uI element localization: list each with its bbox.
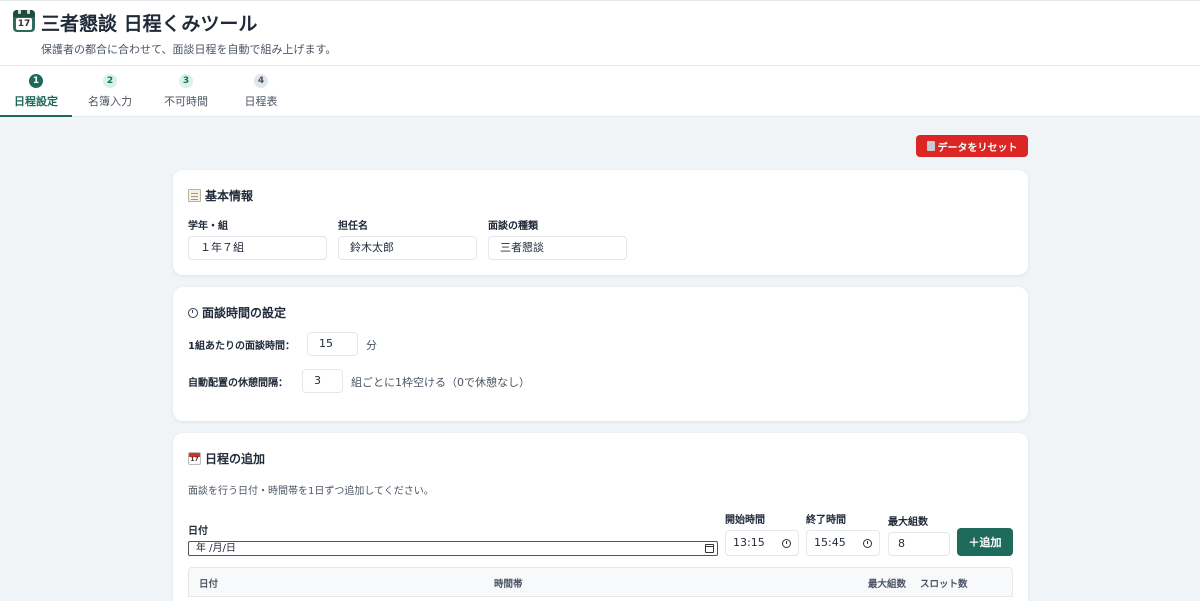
tab-label: 名簿入力 bbox=[88, 95, 132, 108]
duration-label: 1組あたりの面談時間： bbox=[188, 341, 295, 352]
column-slot-count: スロット数 bbox=[920, 579, 968, 590]
date-input[interactable]: 年 /月/日 bbox=[188, 541, 718, 556]
start-time-input[interactable]: 13:15 bbox=[725, 530, 799, 556]
date-picker-icon[interactable] bbox=[705, 544, 714, 553]
tab-timetable[interactable]: 4 日程表 bbox=[236, 66, 286, 117]
teacher-name-label: 担任名 bbox=[338, 221, 368, 232]
column-max-groups: 最大組数 bbox=[868, 579, 907, 590]
column-time-range: 時間帯 bbox=[494, 579, 523, 590]
tab-schedule-settings[interactable]: 1 日程設定 bbox=[0, 66, 72, 117]
interview-type-label: 面談の種類 bbox=[488, 221, 538, 232]
date-label: 日付 bbox=[188, 526, 208, 537]
calendar-icon bbox=[188, 452, 201, 465]
start-time-value: 13:15 bbox=[733, 536, 765, 549]
memo-icon bbox=[188, 189, 201, 202]
clock-icon bbox=[188, 307, 198, 318]
basic-info-title-text: 基本情報 bbox=[205, 189, 254, 203]
grade-class-label: 学年・組 bbox=[188, 221, 228, 232]
tab-step-badge: 4 bbox=[254, 74, 268, 88]
reset-button-label: データをリセット bbox=[937, 142, 1018, 154]
calendar-icon-day: 17 bbox=[16, 18, 32, 30]
start-time-label: 開始時間 bbox=[725, 515, 765, 526]
clock-icon[interactable] bbox=[863, 539, 872, 548]
tab-label: 日程設定 bbox=[14, 95, 58, 108]
step-tabs: 1 日程設定 2 名簿入力 3 不可時間 4 日程表 bbox=[0, 66, 1200, 117]
end-time-label: 終了時間 bbox=[806, 515, 846, 526]
tab-roster-input[interactable]: 2 名簿入力 bbox=[80, 66, 140, 117]
end-time-input[interactable]: 15:45 bbox=[806, 530, 880, 556]
basic-info-card: 基本情報 学年・組 １年７組 担任名 鈴木太郎 面談の種類 三者懇談 bbox=[173, 170, 1028, 275]
teacher-name-input[interactable]: 鈴木太郎 bbox=[338, 236, 477, 260]
tab-label: 日程表 bbox=[244, 95, 278, 108]
schedule-table-header: 日付 時間帯 最大組数 スロット数 bbox=[188, 567, 1013, 597]
tab-label: 不可時間 bbox=[164, 95, 208, 108]
add-schedule-button[interactable]: ＋追加 bbox=[957, 528, 1013, 556]
break-interval-input[interactable]: 3 bbox=[302, 369, 343, 393]
calendar-icon: 17 bbox=[13, 10, 35, 32]
break-interval-label: 自動配置の休憩間隔： bbox=[188, 378, 288, 389]
end-time-value: 15:45 bbox=[814, 536, 846, 549]
schedule-add-description: 面談を行う日付・時間帯を1日ずつ追加してください。 bbox=[188, 486, 434, 497]
app-title: 三者懇談 日程くみツール bbox=[41, 13, 258, 35]
tab-step-badge: 3 bbox=[179, 74, 193, 88]
break-interval-note: 組ごとに1枠空ける（0で休憩なし） bbox=[351, 376, 530, 389]
time-settings-card: 面談時間の設定 1組あたりの面談時間： 15 分 自動配置の休憩間隔： 3 組ご… bbox=[173, 287, 1028, 421]
trash-icon bbox=[926, 141, 935, 151]
schedule-add-title: 日程の追加 bbox=[188, 450, 265, 467]
column-date: 日付 bbox=[199, 579, 219, 590]
clock-icon[interactable] bbox=[782, 539, 791, 548]
duration-unit: 分 bbox=[366, 339, 377, 352]
time-settings-title-text: 面談時間の設定 bbox=[202, 306, 287, 320]
max-groups-label: 最大組数 bbox=[888, 517, 928, 528]
app-subtitle: 保護者の都合に合わせて、面談日程を自動で組み上げます。 bbox=[41, 43, 337, 56]
basic-info-title: 基本情報 bbox=[188, 187, 253, 204]
tab-step-badge: 2 bbox=[103, 74, 117, 88]
app-header: 17 三者懇談 日程くみツール 保護者の都合に合わせて、面談日程を自動で組み上げ… bbox=[0, 0, 1200, 66]
interview-type-input[interactable]: 三者懇談 bbox=[488, 236, 627, 260]
tab-step-badge: 1 bbox=[29, 74, 43, 88]
duration-input[interactable]: 15 bbox=[307, 332, 358, 356]
max-groups-input[interactable]: 8 bbox=[888, 532, 950, 556]
time-settings-title: 面談時間の設定 bbox=[188, 304, 286, 321]
grade-class-input[interactable]: １年７組 bbox=[188, 236, 327, 260]
date-placeholder: 年 /月/日 bbox=[196, 543, 236, 554]
reset-data-button[interactable]: データをリセット bbox=[916, 135, 1028, 157]
tab-unavailable-times[interactable]: 3 不可時間 bbox=[155, 66, 217, 117]
schedule-add-title-text: 日程の追加 bbox=[205, 452, 266, 466]
